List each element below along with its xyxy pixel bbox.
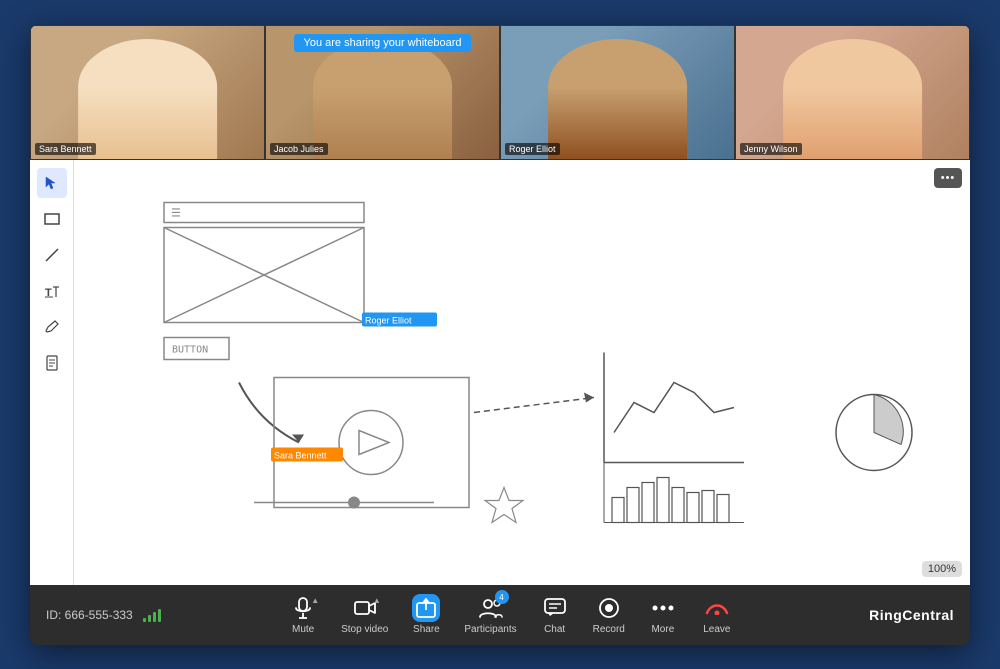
video-tile-jacob: You are sharing your whiteboard Jacob Ju… [265,25,500,160]
share-label: Share [413,624,440,635]
chat-icon [541,594,569,622]
signal-strength [143,608,161,622]
participant-name-jacob: Jacob Julies [270,143,328,155]
record-icon [595,594,623,622]
record-button[interactable]: Record [585,590,633,639]
stop-video-label: Stop video [341,624,388,635]
video-caret: ▲ [373,596,381,605]
meeting-info: ID: 666-555-333 [46,608,186,622]
whiteboard[interactable]: ••• ☰ Roger Elliot BUTTON [74,160,970,585]
tool-text[interactable]: T [37,276,67,306]
video-tile-sara: Sara Bennett [30,25,265,160]
zoom-level: 100% [922,561,962,577]
whiteboard-canvas: ☰ Roger Elliot BUTTON [74,160,970,585]
mute-button[interactable]: ▲ Mute [279,590,327,639]
controls-bar: ▲ Mute ▲ Stop video Share [186,590,834,639]
stop-video-button[interactable]: ▲ Stop video [333,590,396,639]
share-icon [412,594,440,622]
svg-text:☰: ☰ [171,207,181,219]
participants-label: Participants [464,624,516,635]
main-window: Sara Bennett You are sharing your whiteb… [30,25,970,645]
more-options-icon: ••• [941,172,956,184]
tool-edit[interactable] [37,312,67,342]
video-icon: ▲ [351,594,379,622]
participant-name-roger: Roger Elliot [505,143,560,155]
svg-text:Roger Elliot: Roger Elliot [365,315,412,325]
participants-icon: 4 [477,594,505,622]
mic-icon: ▲ [289,594,317,622]
leave-icon [703,594,731,622]
record-label: Record [593,624,625,635]
video-strip: Sara Bennett You are sharing your whiteb… [30,25,970,160]
mute-label: Mute [292,624,314,635]
sharing-banner: You are sharing your whiteboard [294,34,472,52]
svg-text:Sara Bennett: Sara Bennett [274,450,327,460]
tool-document[interactable] [37,348,67,378]
tool-rectangle[interactable] [37,204,67,234]
svg-text:BUTTON: BUTTON [172,344,208,355]
bottom-bar: ID: 666-555-333 ▲ Mute ▲ [30,585,970,645]
more-button[interactable]: More [639,590,687,639]
signal-bar-1 [143,618,146,622]
signal-bar-3 [153,612,156,622]
brand-label: RingCentral [869,607,954,623]
participants-button[interactable]: 4 Participants [456,590,524,639]
more-icon [649,594,677,622]
tool-pen[interactable] [37,240,67,270]
participant-name-sara: Sara Bennett [35,143,96,155]
meeting-id: ID: 666-555-333 [46,608,133,622]
more-label: More [651,624,674,635]
tool-select[interactable] [37,168,67,198]
share-button[interactable]: Share [402,590,450,639]
participant-count: 4 [495,590,509,604]
left-toolbar: T [30,160,74,585]
mute-caret: ▲ [311,596,319,605]
leave-button[interactable]: Leave [693,590,741,639]
signal-bar-4 [158,609,161,622]
content-area: T ••• ☰ [30,160,970,585]
participant-name-jenny: Jenny Wilson [740,143,802,155]
video-tile-roger: Roger Elliot [500,25,735,160]
chat-label: Chat [544,624,565,635]
signal-bar-2 [148,615,151,622]
video-tile-jenny: Jenny Wilson [735,25,970,160]
leave-label: Leave [703,624,730,635]
chat-button[interactable]: Chat [531,590,579,639]
brand-name: RingCentral [834,607,954,623]
more-options-button[interactable]: ••• [934,168,962,188]
